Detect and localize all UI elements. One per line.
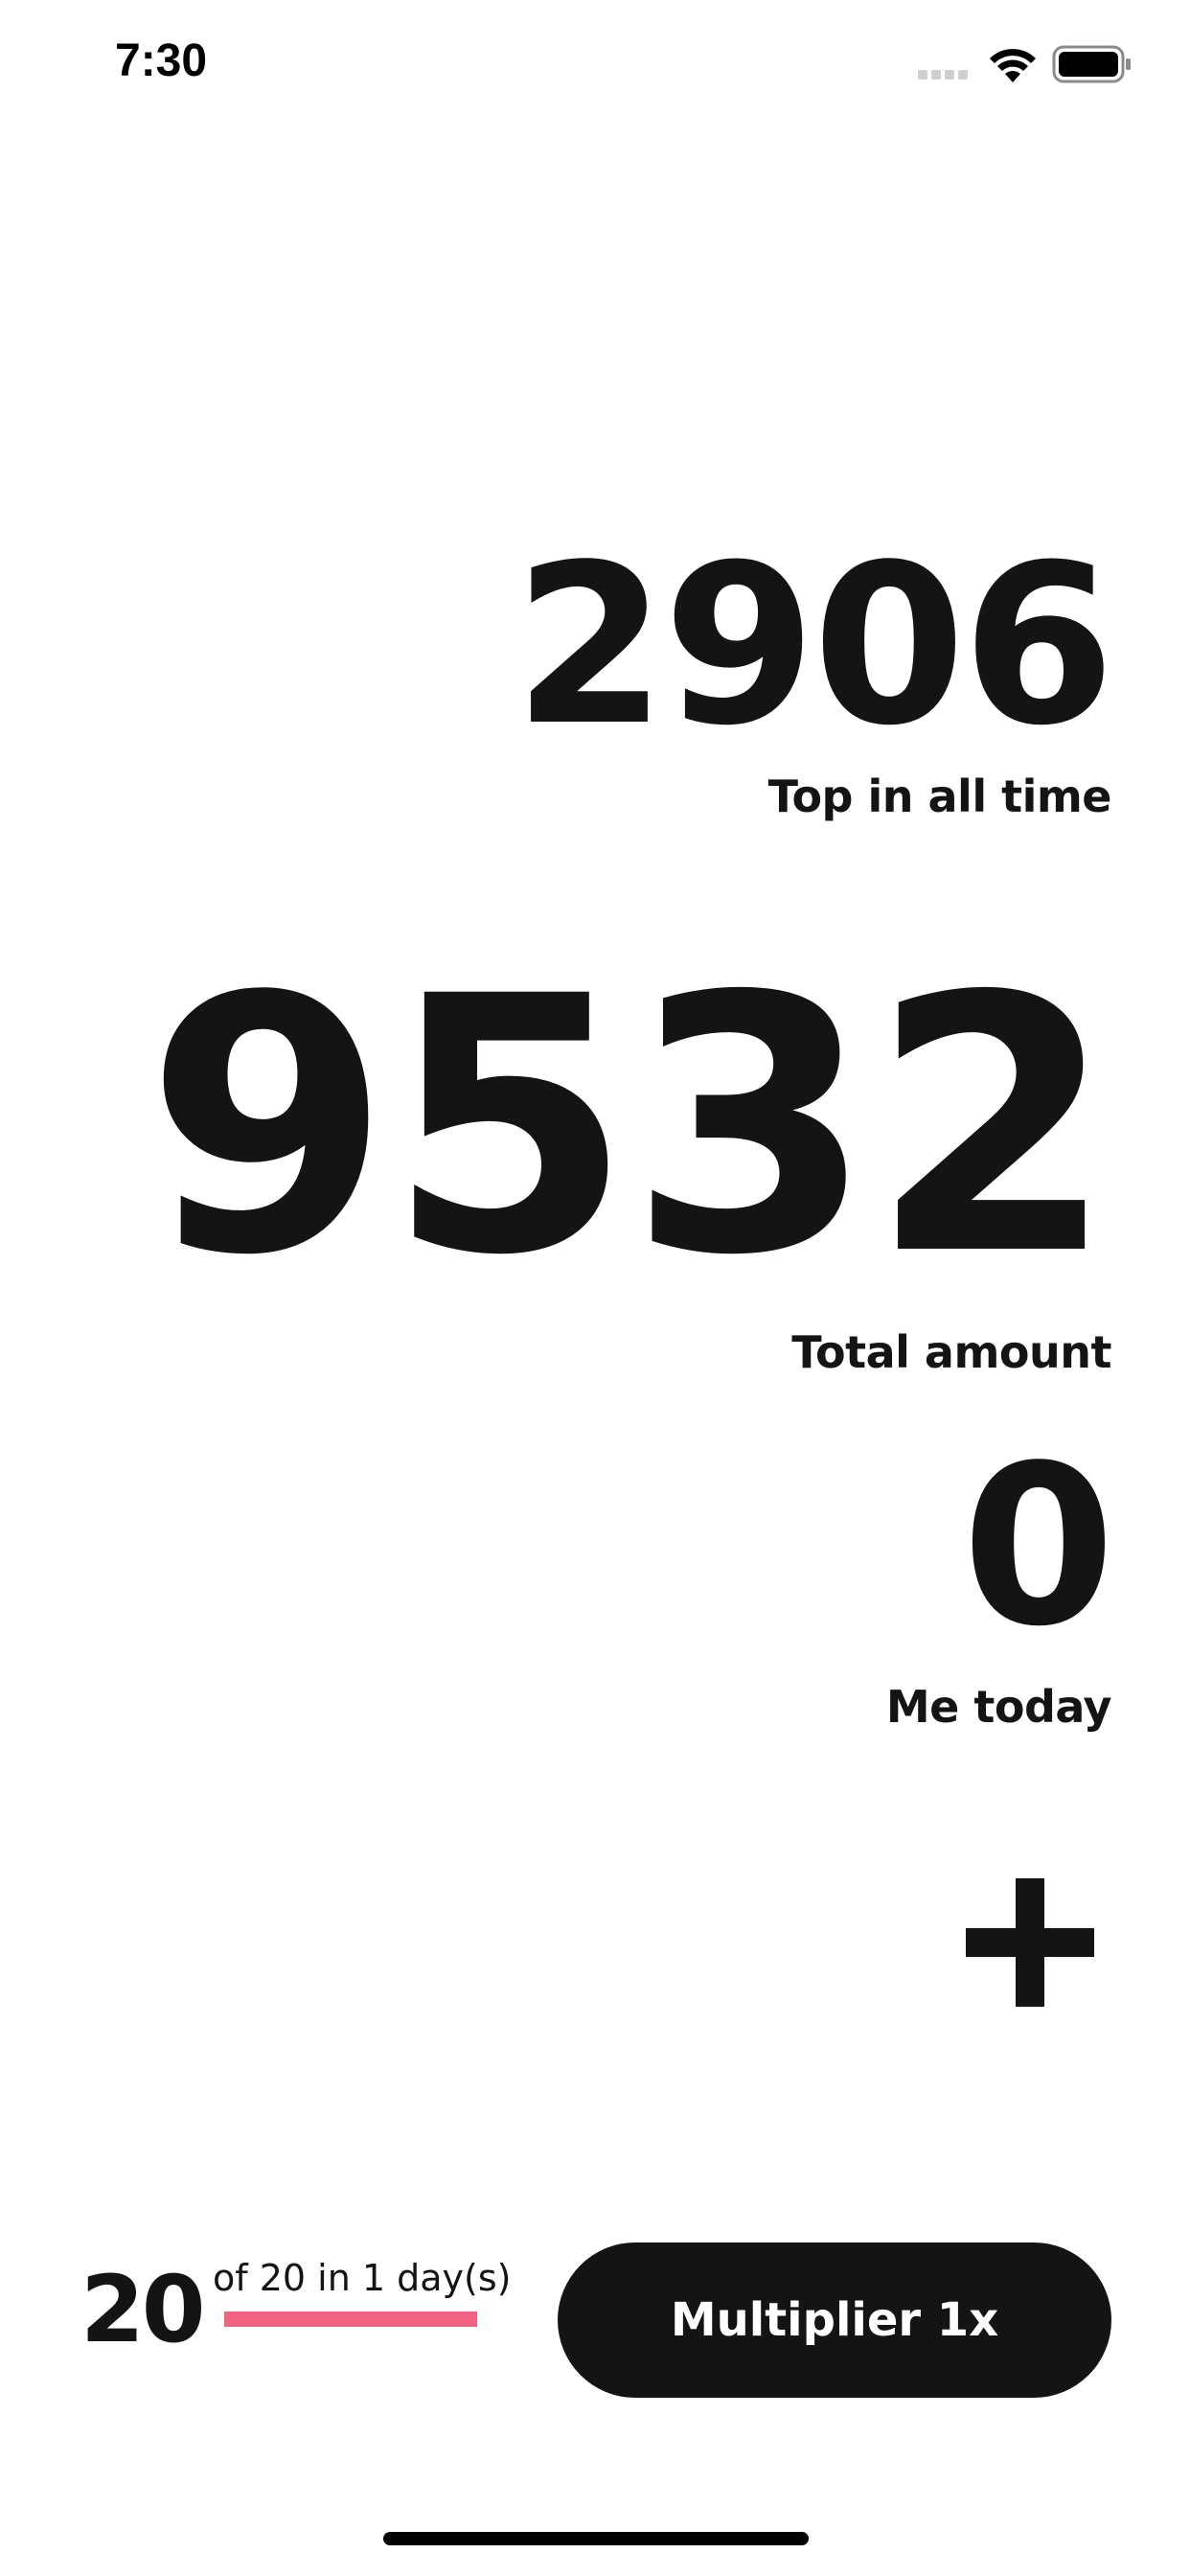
status-bar: 7:30 (0, 0, 1190, 134)
progress-count: 20 (80, 2256, 206, 2363)
daily-progress: 20 of 20 in 1 day(s) (80, 2252, 511, 2367)
progress-bar (224, 2312, 477, 2327)
me-today-stat: 0 Me today (885, 1419, 1115, 1733)
me-today-value: 0 (961, 1419, 1115, 1675)
status-time: 7:30 (115, 35, 208, 86)
top-all-time-value: 2906 (513, 518, 1115, 774)
multiplier-button[interactable]: Multiplier 1x (558, 2242, 1111, 2398)
top-all-time-stat: 2906 Top in all time (513, 518, 1115, 822)
total-amount-stat: 9532 Total amount (145, 921, 1115, 1378)
top-all-time-label: Top in all time (767, 770, 1112, 822)
add-button[interactable] (966, 1878, 1094, 2007)
total-amount-value: 9532 (145, 921, 1115, 1332)
battery-icon (1052, 45, 1131, 83)
me-today-label: Me today (885, 1681, 1112, 1733)
progress-bar-fill (224, 2312, 477, 2327)
home-indicator[interactable] (383, 2532, 809, 2545)
total-amount-label: Total amount (791, 1326, 1111, 1378)
wifi-icon (990, 49, 1036, 82)
progress-caption: of 20 in 1 day(s) (213, 2257, 512, 2299)
signal-icon (918, 70, 968, 80)
